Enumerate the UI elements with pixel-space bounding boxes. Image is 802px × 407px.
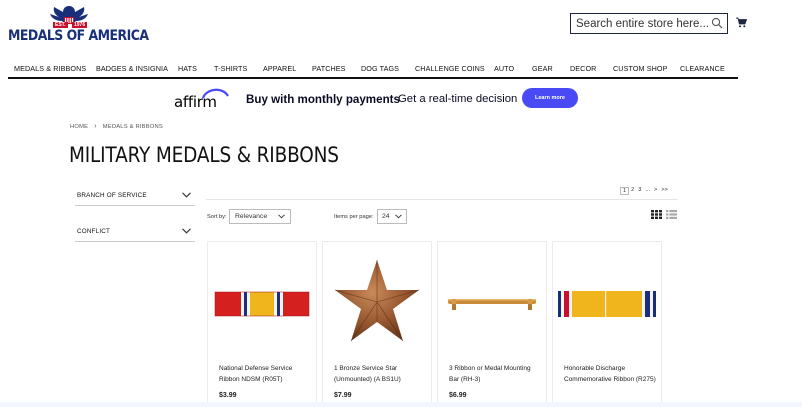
nav-item-patches[interactable]: PATCHES bbox=[312, 64, 346, 73]
honorable-discharge-ribbon-image[interactable] bbox=[553, 252, 661, 352]
page-title: MILITARY MEDALS & RIBBONS bbox=[69, 143, 339, 167]
page-bottom-edge bbox=[0, 402, 802, 407]
product-card[interactable]: Honorable Discharge Commemorative Ribbon… bbox=[552, 241, 662, 407]
logo-text: MEDALS OF AMERICA bbox=[8, 28, 149, 44]
breadcrumb: HOME › MEDALS & RIBBONS bbox=[70, 123, 163, 130]
search-input[interactable] bbox=[576, 17, 711, 30]
filter-label: BRANCH OF SERVICE bbox=[77, 192, 147, 199]
grid-view-icon[interactable] bbox=[651, 210, 662, 219]
chevron-down-icon bbox=[182, 228, 191, 234]
site-logo[interactable]: EST. 1976 MEDALS OF AMERICA bbox=[8, 4, 149, 46]
chevron-down-icon bbox=[182, 192, 191, 198]
page-last[interactable]: >> bbox=[659, 187, 670, 195]
breadcrumb-home[interactable]: HOME bbox=[70, 124, 88, 130]
main-nav: MEDALS & RIBBONS BADGES & INSIGNIA HATS … bbox=[8, 61, 738, 79]
page-1[interactable]: 1 bbox=[620, 187, 630, 195]
ndsm-ribbon-image[interactable] bbox=[208, 252, 316, 352]
breadcrumb-current: MEDALS & RIBBONS bbox=[102, 123, 163, 130]
per-page-select[interactable]: 24 bbox=[377, 209, 407, 224]
nav-item-auto[interactable]: AUTO bbox=[494, 64, 514, 73]
product-name[interactable]: 1 Bronze Service Star (Unmounted) (A BS1… bbox=[334, 364, 426, 385]
affirm-subtext: Get a real-time decision bbox=[398, 93, 518, 105]
nav-item-decor[interactable]: DECOR bbox=[570, 64, 596, 73]
product-price: $6.99 bbox=[449, 392, 467, 399]
mounting-bar-image[interactable] bbox=[438, 252, 546, 352]
product-card[interactable]: 3 Ribbon or Medal Mounting Bar (RH-3) $6… bbox=[437, 241, 547, 407]
product-card[interactable]: 1 Bronze Service Star (Unmounted) (A BS1… bbox=[322, 241, 432, 407]
nav-item-t-shirts[interactable]: T-SHIRTS bbox=[214, 64, 247, 73]
cart-icon[interactable] bbox=[736, 17, 747, 28]
nav-item-dog-tags[interactable]: DOG TAGS bbox=[361, 64, 399, 73]
filter-conflict[interactable]: CONFLICT bbox=[75, 222, 195, 242]
filter-label: CONFLICT bbox=[77, 228, 111, 235]
sort-label: Sort by: bbox=[207, 214, 227, 220]
pagination: 1 2 3 ... > >> bbox=[620, 187, 670, 195]
affirm-learn-more-button[interactable]: Learn more bbox=[522, 88, 578, 108]
sort-value: Relevance bbox=[235, 213, 268, 220]
nav-item-apparel[interactable]: APPAREL bbox=[263, 64, 296, 73]
list-view-icon[interactable] bbox=[666, 210, 677, 219]
sort-select[interactable]: Relevance bbox=[229, 209, 291, 224]
page-2[interactable]: 2 bbox=[629, 187, 636, 195]
page-3[interactable]: 3 bbox=[636, 187, 643, 195]
search-box[interactable] bbox=[570, 13, 728, 34]
chevron-down-icon bbox=[395, 214, 402, 219]
product-price: $7.99 bbox=[334, 392, 352, 399]
breadcrumb-separator-icon: › bbox=[94, 123, 97, 130]
affirm-wordmark: affirm bbox=[174, 93, 217, 111]
search-icon[interactable] bbox=[711, 17, 723, 29]
product-name[interactable]: Honorable Discharge Commemorative Ribbon… bbox=[564, 364, 656, 385]
nav-item-badges-insignia[interactable]: BADGES & INSIGNIA bbox=[96, 64, 168, 73]
product-name[interactable]: 3 Ribbon or Medal Mounting Bar (RH-3) bbox=[449, 364, 541, 385]
product-name[interactable]: National Defense Service Ribbon NDSM (R0… bbox=[219, 364, 311, 385]
affirm-headline: Buy with monthly payments bbox=[246, 93, 400, 106]
nav-item-challenge-coins[interactable]: CHALLENGE COINS bbox=[415, 64, 485, 73]
toolbar-divider bbox=[206, 199, 678, 200]
bronze-star-image[interactable] bbox=[323, 252, 431, 352]
per-page-label: Items per page: bbox=[334, 214, 374, 220]
nav-item-gear[interactable]: GEAR bbox=[532, 64, 553, 73]
page-next[interactable]: > bbox=[652, 187, 659, 195]
filter-branch-of-service[interactable]: BRANCH OF SERVICE bbox=[75, 186, 195, 206]
chevron-down-icon bbox=[278, 214, 285, 219]
affirm-logo: affirm bbox=[174, 87, 236, 113]
nav-item-custom-shop[interactable]: CUSTOM SHOP bbox=[613, 64, 667, 73]
per-page-value: 24 bbox=[382, 213, 390, 220]
nav-item-medals-ribbons[interactable]: MEDALS & RIBBONS bbox=[14, 64, 86, 73]
product-price: $3.99 bbox=[219, 392, 237, 399]
product-card[interactable]: National Defense Service Ribbon NDSM (R0… bbox=[207, 241, 317, 407]
nav-item-hats[interactable]: HATS bbox=[178, 64, 197, 73]
page-ellipsis: ... bbox=[645, 187, 651, 193]
nav-item-clearance[interactable]: CLEARANCE bbox=[680, 64, 725, 73]
